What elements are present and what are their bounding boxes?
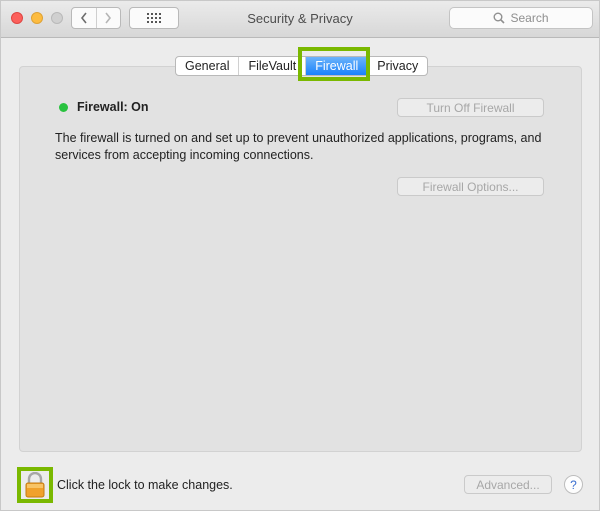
search-field[interactable]: Search — [449, 7, 593, 29]
tab-bar: General FileVault Firewall Privacy — [175, 56, 429, 76]
firewall-description: The firewall is turned on and set up to … — [55, 131, 542, 162]
search-placeholder: Search — [510, 11, 549, 25]
preferences-window: Security & Privacy Search General FileVa… — [0, 0, 600, 511]
lock-message: Click the lock to make changes. — [57, 478, 233, 492]
firewall-status: Firewall: On — [77, 100, 149, 114]
status-on-indicator — [59, 103, 68, 112]
firewall-options-button[interactable]: Firewall Options... — [397, 177, 544, 196]
advanced-button[interactable]: Advanced... — [464, 475, 552, 494]
tab-general[interactable]: General — [176, 57, 238, 75]
lock-button[interactable] — [17, 467, 53, 503]
search-icon — [493, 12, 506, 24]
tab-firewall[interactable]: Firewall — [305, 57, 368, 75]
lock-icon — [25, 472, 45, 498]
help-button[interactable]: ? — [564, 475, 583, 494]
turn-off-firewall-button[interactable]: Turn Off Firewall — [397, 98, 544, 117]
tab-filevault[interactable]: FileVault — [238, 57, 305, 75]
window-toolbar: Security & Privacy Search — [1, 1, 599, 38]
firewall-panel — [19, 66, 582, 452]
tab-privacy[interactable]: Privacy — [367, 57, 427, 75]
